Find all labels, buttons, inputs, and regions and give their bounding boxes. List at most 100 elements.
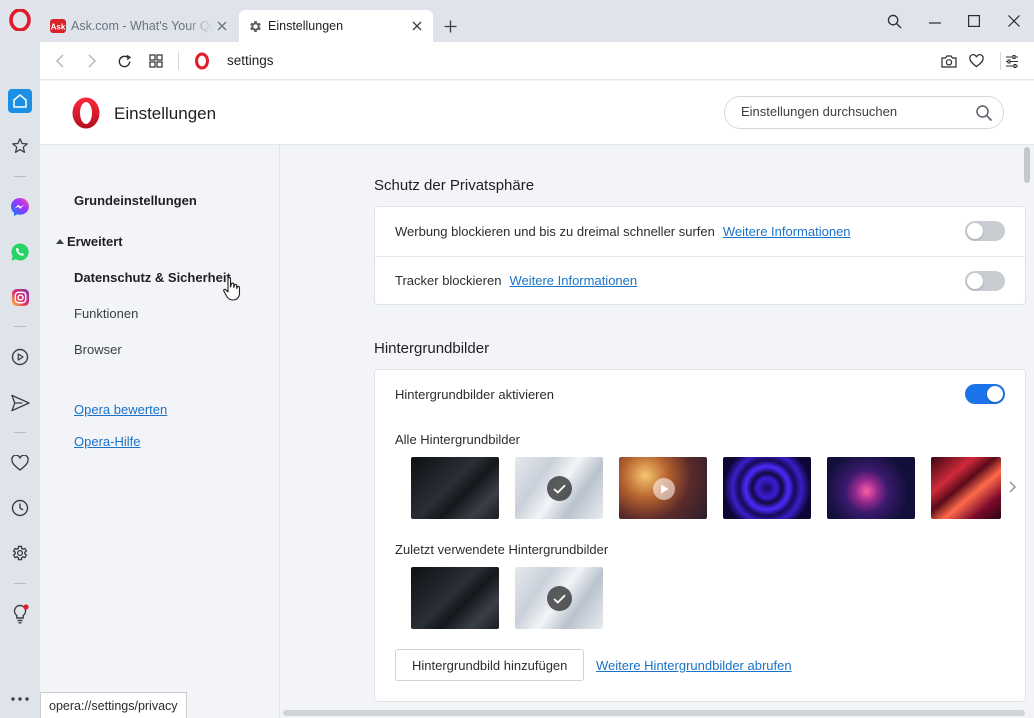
window-close-button[interactable] — [1002, 10, 1026, 32]
bookmark-button[interactable] — [966, 51, 986, 71]
address-toolbar: settings — [40, 42, 1034, 80]
gear-icon — [12, 545, 28, 561]
search-input[interactable] — [741, 104, 961, 119]
opera-menu-button[interactable] — [8, 8, 32, 32]
easy-setup-button[interactable] — [1002, 51, 1022, 71]
maximize-icon — [968, 15, 980, 27]
star-icon — [12, 138, 28, 153]
page-title: Einstellungen — [114, 104, 217, 123]
vertical-scrollbar[interactable] — [1024, 147, 1030, 183]
sliders-icon — [1006, 54, 1018, 68]
search-icon — [887, 14, 902, 29]
close-icon[interactable] — [214, 18, 230, 34]
recent-wallpaper-thumbnail[interactable] — [411, 567, 499, 629]
ad-block-label: Werbung blockieren und bis zu dreimal sc… — [395, 223, 715, 239]
tab-strip: Ask Ask.com - What's Your Question? Eins… — [0, 0, 1034, 42]
sidebar-divider — [14, 326, 26, 327]
back-button[interactable] — [50, 51, 70, 71]
minimize-button[interactable] — [923, 10, 947, 32]
hand-cursor-icon — [223, 276, 241, 301]
wallpaper-thumbnail[interactable] — [723, 457, 811, 519]
more-horizontal-icon — [11, 697, 29, 701]
lightbulb-icon — [13, 604, 29, 624]
play-circle-icon — [11, 348, 29, 366]
messenger-icon — [11, 198, 29, 216]
wallpaper-thumbnail-animated[interactable] — [619, 457, 707, 519]
chevron-right-icon — [88, 54, 97, 68]
ad-block-toggle[interactable] — [965, 221, 1005, 241]
wallpaper-section-title: Hintergrundbilder — [374, 340, 490, 357]
camera-icon — [941, 55, 957, 68]
search-icon[interactable] — [975, 104, 993, 122]
tracker-more-info-link[interactable]: Weitere Informationen — [509, 273, 637, 288]
nav-features[interactable]: Funktionen — [74, 306, 138, 321]
clock-icon — [11, 499, 29, 517]
play-icon — [653, 478, 675, 500]
wallpaper-enable-label: Hintergrundbilder aktivieren — [395, 386, 554, 402]
forward-button[interactable] — [82, 51, 102, 71]
reload-icon — [118, 54, 131, 67]
maximize-button[interactable] — [962, 10, 986, 32]
get-more-wallpapers-link[interactable]: Weitere Hintergrundbilder abrufen — [596, 658, 792, 673]
nav-basic-settings[interactable]: Grundeinstellungen — [74, 193, 197, 208]
new-tab-button[interactable] — [440, 16, 460, 36]
opera-help-link[interactable]: Opera-Hilfe — [74, 434, 140, 449]
settings-header: Einstellungen — [40, 81, 1034, 145]
tracker-block-row: Tracker blockieren Weitere Informationen — [375, 256, 1025, 304]
tab-ask[interactable]: Ask Ask.com - What's Your Question? — [42, 10, 238, 42]
svg-text:Ask: Ask — [51, 23, 66, 32]
wallpaper-thumbnail[interactable] — [931, 457, 1001, 519]
tab-title: Einstellungen — [268, 19, 344, 33]
nav-browser[interactable]: Browser — [74, 342, 122, 357]
wallpaper-thumbnail[interactable] — [411, 457, 499, 519]
rate-opera-link[interactable]: Opera bewerten — [74, 402, 167, 417]
wallpaper-thumbnail-selected[interactable] — [515, 457, 603, 519]
tab-title: Ask.com - What's Your Question? — [71, 19, 214, 33]
wallpaper-toggle[interactable] — [965, 384, 1005, 404]
ad-block-row: Werbung blockieren und bis zu dreimal sc… — [375, 207, 1025, 255]
add-wallpaper-button[interactable]: Hintergrundbild hinzufügen — [395, 649, 585, 681]
status-bar-url: opera://settings/privacy — [40, 692, 187, 718]
sidebar-my-flow[interactable] — [8, 391, 32, 415]
sidebar-history[interactable] — [8, 496, 32, 520]
sidebar-player[interactable] — [8, 345, 32, 369]
sidebar-messenger[interactable] — [8, 195, 32, 219]
opera-logo-icon — [69, 96, 103, 130]
minimize-icon — [929, 22, 941, 24]
reload-button[interactable] — [114, 51, 134, 71]
wallpaper-thumbnail[interactable] — [827, 457, 915, 519]
sidebar-bookmarks[interactable] — [8, 451, 32, 475]
checkmark-icon — [547, 586, 572, 611]
sidebar-instagram[interactable] — [8, 285, 32, 309]
settings-nav: Grundeinstellungen Erweitert Datenschutz… — [40, 145, 280, 718]
ad-block-more-info-link[interactable]: Weitere Informationen — [723, 224, 851, 239]
tracker-block-toggle[interactable] — [965, 271, 1005, 291]
chevron-right-icon[interactable] — [1005, 480, 1019, 494]
recent-wallpaper-thumbnail-selected[interactable] — [515, 567, 603, 629]
recent-wallpapers-label: Zuletzt verwendete Hintergrundbilder — [395, 542, 609, 557]
snapshot-button[interactable] — [939, 51, 959, 71]
toolbar-divider — [178, 52, 179, 70]
horizontal-scrollbar[interactable] — [283, 710, 1025, 716]
tab-settings[interactable]: Einstellungen — [239, 10, 433, 42]
privacy-section-title: Schutz der Privatsphäre — [374, 177, 535, 194]
sidebar-tips[interactable] — [8, 602, 32, 626]
wallpaper-card: Hintergrundbilder aktivieren Alle Hinter… — [374, 369, 1026, 702]
settings-search[interactable] — [724, 96, 1004, 129]
sidebar-home[interactable] — [8, 89, 32, 113]
sidebar-settings[interactable] — [8, 541, 32, 565]
sidebar-whatsapp[interactable] — [8, 240, 32, 264]
sidebar-divider — [14, 583, 26, 584]
address-field[interactable]: settings — [227, 53, 274, 68]
settings-content: Schutz der Privatsphäre Werbung blockier… — [281, 145, 1034, 718]
nav-privacy-security[interactable]: Datenschutz & Sicherheit — [74, 270, 231, 285]
heart-icon — [968, 54, 984, 68]
close-icon[interactable] — [409, 18, 425, 34]
sidebar-more[interactable] — [8, 687, 32, 711]
tab-search-button[interactable] — [882, 10, 906, 32]
nav-advanced[interactable]: Erweitert — [56, 234, 123, 249]
sidebar-speed-dial[interactable] — [8, 134, 32, 158]
tabs-overview-button[interactable] — [146, 51, 166, 71]
heart-icon — [11, 455, 29, 471]
caret-up-icon — [56, 238, 64, 244]
